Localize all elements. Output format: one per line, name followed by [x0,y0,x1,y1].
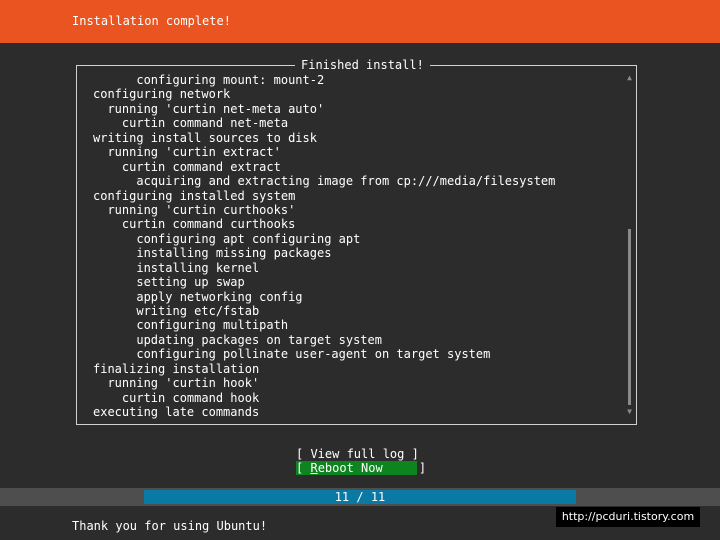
progress-text: 11 / 11 [334,490,386,504]
scroll-thumb[interactable] [628,229,631,405]
log-line: writing install sources to disk [93,130,317,145]
header-bar: Installation complete! [0,0,720,43]
log-scrollbar[interactable]: ▲ ▼ [625,73,634,417]
log-lines: configuring mount: mount-2 configuring ne… [93,73,623,420]
reboot-hotkey: R [310,461,318,475]
log-line: running 'curtin hook' [93,376,260,391]
log-line: finalizing installation [93,361,260,376]
log-line: configuring apt configuring apt [93,231,361,246]
log-line: curtin command curthooks [93,217,296,232]
log-line: curtin command hook [93,390,260,405]
scroll-up-icon[interactable]: ▲ [625,73,634,83]
scroll-track[interactable] [628,85,631,405]
footer-message: Thank you for using Ubuntu! [72,519,268,533]
log-line: installing missing packages [93,246,332,261]
log-line: apply networking config [93,289,303,304]
view-full-log-button[interactable]: [ View full log ] [296,447,419,461]
watermark: http://pcduri.tistory.com [556,507,700,527]
install-log-panel: Finished install! configuring mount: mou… [76,57,637,425]
installer-screen: Installation complete! Finished install!… [0,0,720,540]
log-line: curtin command extract [93,159,281,174]
log-line: configuring multipath [93,318,289,333]
bracket-right: ] [382,461,427,475]
log-line: executing late commands [93,405,260,420]
log-line: running 'curtin curthooks' [93,202,296,217]
scroll-down-icon[interactable]: ▼ [625,407,634,417]
log-line: curtin command net-meta [93,116,289,131]
header-title: Installation complete! [72,14,231,28]
log-line: configuring installed system [93,188,296,203]
reboot-now-button[interactable]: [ Reboot Now ] [296,461,426,475]
progress-bar: 11 / 11 [144,490,576,504]
view-full-log-label: View full log [310,447,405,461]
log-line: configuring pollinate user-agent on targ… [93,347,491,362]
log-line: updating packages on target system [93,332,382,347]
bracket-left: [ [296,447,311,461]
log-line: running 'curtin extract' [93,145,281,160]
log-line: acquiring and extracting image from cp:/… [93,174,556,189]
log-line: setting up swap [93,275,245,290]
bracket-right: ] [404,447,419,461]
reboot-label: eboot Now [317,461,383,475]
log-line: writing etc/fstab [93,304,260,318]
log-line: running 'curtin net-meta auto' [93,101,325,116]
log-line: configuring network [93,87,231,102]
log-panel-title: Finished install! [295,57,430,73]
log-line: installing kernel [93,260,260,275]
log-line: configuring mount: mount-2 [93,73,325,87]
bracket-left: [ [296,461,311,475]
